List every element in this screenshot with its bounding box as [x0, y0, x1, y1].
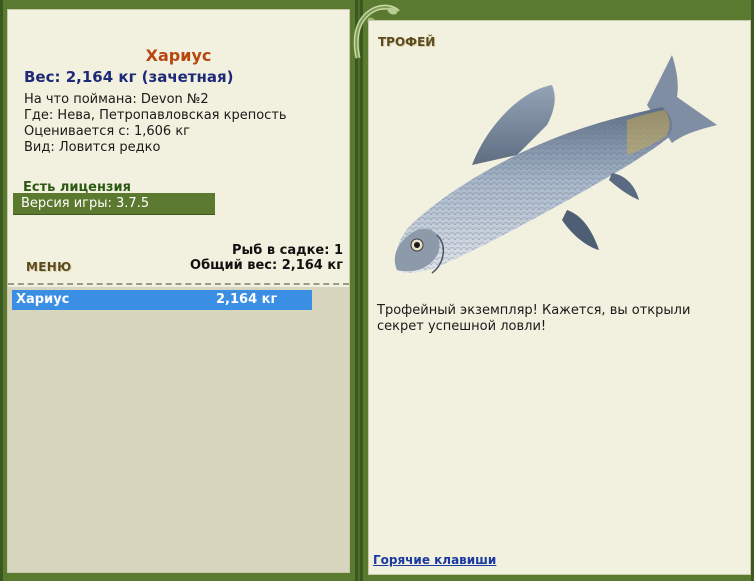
keepnet-total-weight: Общий вес: 2,164 кг: [190, 258, 343, 273]
keepnet-count: Рыб в садке: 1: [231, 243, 343, 258]
game-version: Версия игры: 3.7.5: [13, 193, 215, 215]
hotkeys-link[interactable]: Горячие клавиши: [373, 553, 496, 567]
species-rarity-info: Вид: Ловится редко: [24, 140, 161, 155]
menu-button[interactable]: МЕНЮ: [26, 260, 71, 274]
location-info: Где: Нева, Петропавловская крепость: [24, 108, 287, 123]
trophy-message: Трофейный экземпляр! Кажется, вы открыли…: [377, 303, 691, 334]
rating-info: Оценивается с: 1,606 кг: [24, 124, 191, 139]
grayling-fish-image: [394, 55, 717, 274]
dashed-divider: [8, 283, 349, 285]
fish-name-title: Хариус: [145, 46, 212, 65]
catch-weight: 2,164 кг: [216, 292, 278, 307]
fish-info-panel: Хариус Вес: 2,164 кг (зачетная) На что п…: [7, 9, 350, 573]
bait-info: На что поймана: Devon №2: [24, 92, 209, 107]
trophy-panel: ТРОФЕЙ Трофейный экземпляр! Кажется, вы …: [368, 20, 751, 575]
catch-name: Хариус: [16, 292, 70, 307]
fish-weight: Вес: 2,164 кг (зачетная): [24, 68, 234, 86]
keepnet-summary: Рыб в садке: 1 Общий вес: 2,164 кг: [190, 243, 343, 273]
keepnet-list-item[interactable]: Хариус 2,164 кг: [12, 290, 312, 310]
keepnet-list: Хариус 2,164 кг: [8, 287, 349, 572]
